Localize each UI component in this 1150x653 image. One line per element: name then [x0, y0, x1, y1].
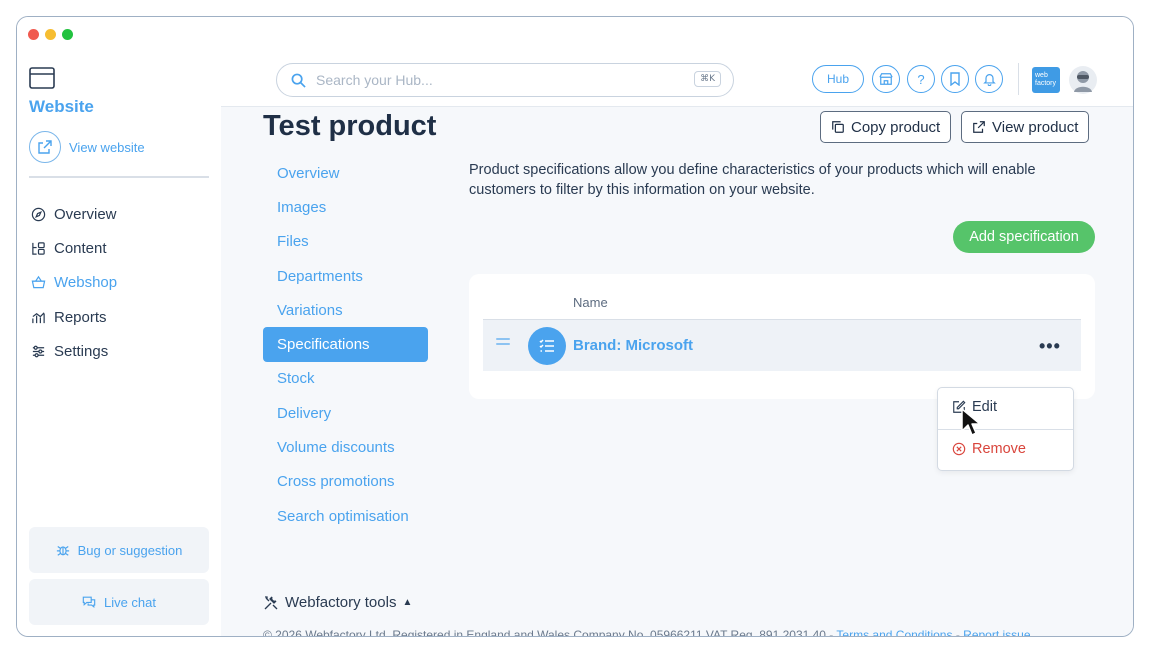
column-header-name: Name [573, 295, 608, 310]
tab-specifications[interactable]: Specifications [263, 327, 428, 362]
copy-icon [832, 121, 844, 133]
tab-volume-discounts[interactable]: Volume discounts [263, 430, 428, 464]
page-title: Test product [263, 110, 437, 142]
remove-menu-item[interactable]: Remove [952, 441, 1026, 457]
product-subnav: Overview Images Files Departments Variat… [263, 156, 428, 533]
caret-up-icon: ▲ [402, 597, 413, 608]
chart-icon [32, 311, 45, 323]
tools-icon [264, 595, 278, 609]
webfactory-tools-toggle[interactable]: Webfactory tools ▲ [263, 594, 412, 611]
list-icon [528, 327, 566, 365]
sidebar-item-reports[interactable]: Reports [31, 300, 117, 334]
copy-product-button[interactable]: Copy product [820, 111, 952, 143]
sliders-icon [32, 345, 45, 358]
sidebar-item-overview[interactable]: Overview [31, 197, 117, 231]
copy-product-label: Copy product [851, 118, 941, 136]
browser-window-icon [29, 67, 55, 89]
footer-separator: - [952, 628, 964, 637]
terms-link[interactable]: Terms and Conditions [836, 628, 952, 636]
live-chat-label: Live chat [103, 594, 157, 610]
app-window: Website View website Overview Content We… [16, 16, 1134, 637]
tab-departments[interactable]: Departments [263, 259, 428, 293]
tab-files[interactable]: Files [263, 225, 428, 259]
tab-images[interactable]: Images [263, 190, 428, 224]
bug-icon [56, 546, 69, 556]
bug-report-label: Bug or suggestion [77, 542, 183, 558]
sidebar-item-settings[interactable]: Settings [31, 334, 117, 368]
view-product-label: View product [992, 118, 1079, 136]
search-input[interactable] [316, 72, 676, 88]
content-tree-icon [32, 242, 45, 255]
tab-stock[interactable]: Stock [263, 362, 428, 396]
live-chat-button[interactable]: Live chat [29, 579, 209, 625]
view-website-label: View website [69, 139, 145, 155]
topbar-divider [1018, 63, 1019, 95]
maximize-window-button[interactable] [62, 29, 73, 40]
tab-variations[interactable]: Variations [263, 293, 428, 327]
external-link-icon [973, 121, 985, 133]
webfactory-tools-label: Webfactory tools [285, 594, 397, 611]
add-specification-button[interactable]: Add specification [953, 221, 1095, 253]
title-bar [17, 17, 1133, 53]
sidebar-nav: Overview Content Webshop Reports Setting… [31, 197, 117, 368]
tab-overview[interactable]: Overview [263, 156, 428, 190]
site-title: Website [29, 97, 94, 116]
basket-icon [31, 276, 46, 289]
bookmark-icon[interactable] [941, 65, 969, 93]
sidebar-item-label: Webshop [54, 274, 118, 292]
close-window-button[interactable] [28, 29, 39, 40]
sidebar-item-label: Reports [54, 308, 107, 326]
report-issue-link[interactable]: Report issue [963, 628, 1030, 636]
sidebar-item-label: Settings [54, 342, 109, 360]
footer: © 2026 Webfactory Ltd. Registered in Eng… [263, 628, 1031, 637]
sidebar-item-label: Content [54, 239, 107, 257]
bell-icon[interactable] [975, 65, 1003, 93]
store-icon[interactable] [872, 65, 900, 93]
external-link-icon [29, 131, 61, 163]
table-row[interactable]: Brand: Microsoft ••• [483, 319, 1081, 371]
minimize-window-button[interactable] [45, 29, 56, 40]
tab-search-optimisation[interactable]: Search optimisation [263, 499, 428, 533]
hub-button[interactable]: Hub [812, 65, 864, 93]
menu-divider [938, 429, 1073, 430]
avatar[interactable] [1069, 66, 1097, 94]
help-icon[interactable]: ? [907, 65, 935, 93]
remove-icon [952, 442, 966, 456]
top-bar: ⌘K Hub ? web factory [221, 53, 1133, 107]
main-content: Test product Copy product View product O… [221, 108, 1133, 637]
sidebar: Website View website Overview Content We… [17, 53, 221, 636]
mouse-cursor-icon [961, 408, 981, 436]
tab-delivery[interactable]: Delivery [263, 396, 428, 430]
bug-report-button[interactable]: Bug or suggestion [29, 527, 209, 573]
row-context-menu: Edit Remove [937, 387, 1074, 471]
footer-text: © 2026 Webfactory Ltd. Registered in Eng… [263, 628, 837, 637]
sidebar-divider [29, 176, 209, 178]
sidebar-item-content[interactable]: Content [31, 231, 117, 265]
specifications-description: Product specifications allow you define … [469, 162, 1036, 198]
sidebar-item-label: Overview [54, 205, 117, 223]
tab-cross-promotions[interactable]: Cross promotions [263, 465, 428, 499]
specifications-table: Name Brand: Microsoft ••• [469, 274, 1095, 399]
view-website-link[interactable]: View website [29, 131, 145, 163]
drag-handle-icon[interactable] [496, 338, 510, 350]
chat-icon [82, 596, 96, 608]
compass-icon [31, 207, 46, 221]
webfactory-logo[interactable]: web factory [1032, 67, 1060, 93]
search-box: ⌘K [276, 63, 734, 97]
search-icon [291, 73, 306, 88]
sidebar-item-webshop[interactable]: Webshop [31, 266, 117, 300]
more-options-icon[interactable]: ••• [1039, 336, 1061, 357]
view-product-button[interactable]: View product [961, 111, 1090, 143]
search-shortcut-badge: ⌘K [694, 71, 721, 87]
remove-label: Remove [972, 441, 1026, 457]
specification-name[interactable]: Brand: Microsoft [573, 337, 693, 354]
